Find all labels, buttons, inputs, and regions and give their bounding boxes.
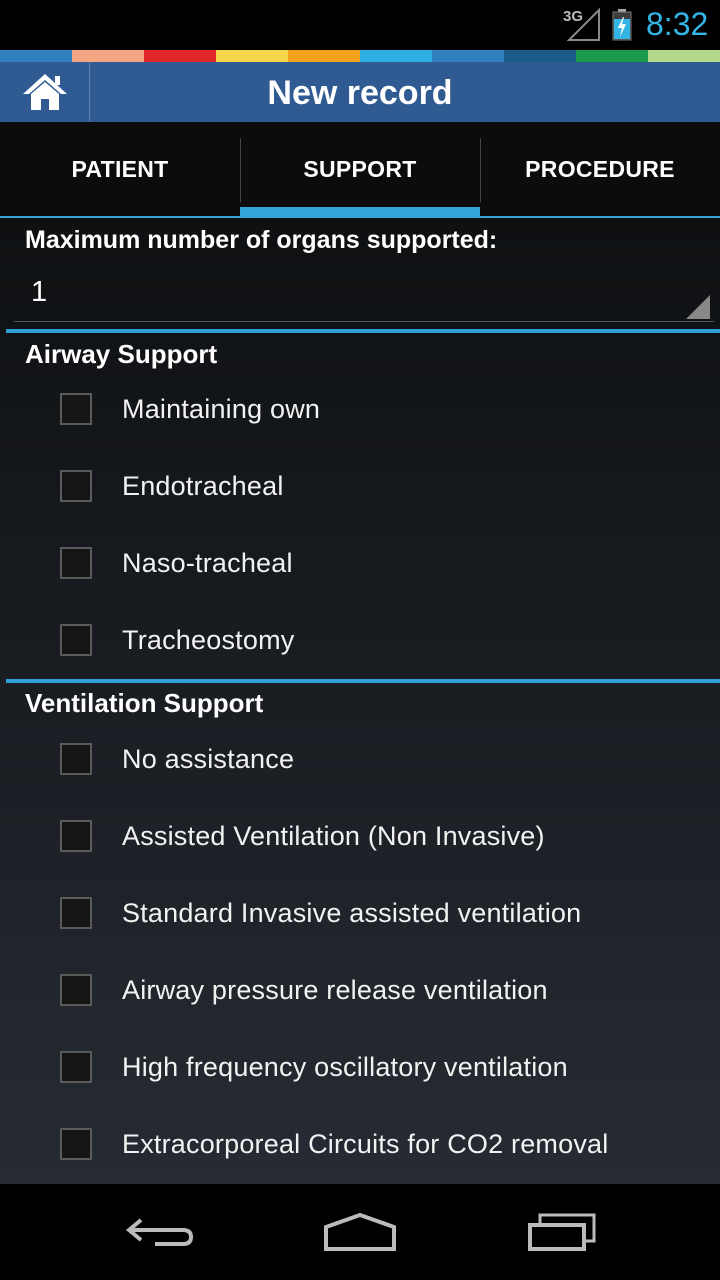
home-icon — [22, 74, 67, 110]
airway-support-title: Airway Support — [25, 339, 218, 369]
color-strip-segment — [144, 50, 216, 62]
option-label: No assistance — [122, 743, 295, 774]
home-nav-icon — [324, 1212, 396, 1251]
tab-procedure[interactable]: PROCEDURE — [480, 122, 720, 216]
checkbox[interactable] — [60, 470, 92, 502]
color-strip-segment — [648, 50, 720, 62]
clock: 8:32 — [646, 6, 709, 42]
option-label: Tracheostomy — [122, 624, 295, 655]
option-label: Maintaining own — [122, 393, 321, 424]
checkbox[interactable] — [60, 1051, 92, 1083]
checkbox[interactable] — [60, 820, 92, 852]
option-label: Endotracheal — [122, 470, 284, 501]
option-label: High frequency oscillatory ventilation — [122, 1051, 568, 1082]
option-label: Airway pressure release ventilation — [122, 974, 548, 1005]
tab-patient[interactable]: PATIENT — [0, 122, 240, 216]
max-organs-value: 1 — [31, 276, 48, 308]
dropdown-arrow-icon — [686, 295, 710, 319]
brand-color-strip — [0, 50, 720, 62]
status-bar: 3G 8:32 — [0, 0, 720, 50]
tab-support[interactable]: SUPPORT — [240, 122, 480, 218]
tab-label: SUPPORT — [303, 155, 417, 182]
recent-apps-icon — [528, 1213, 596, 1251]
battery-charging-icon — [612, 9, 632, 41]
color-strip-segment — [72, 50, 144, 62]
checkbox[interactable] — [60, 897, 92, 929]
tab-label: PROCEDURE — [525, 155, 675, 182]
action-bar: New record — [0, 62, 720, 122]
page-title: New record — [267, 74, 453, 112]
color-strip-segment — [504, 50, 576, 62]
ventilation-option-no-assistance[interactable]: No assistance — [60, 729, 700, 789]
signal-icon: 3G — [563, 8, 601, 42]
airway-option-maintaining-own[interactable]: Maintaining own — [60, 379, 700, 439]
system-nav-bar — [0, 1184, 720, 1280]
section-divider — [6, 329, 720, 333]
back-icon — [125, 1218, 194, 1246]
section-divider — [6, 679, 720, 683]
color-strip-segment — [432, 50, 504, 62]
tab-label: PATIENT — [71, 155, 169, 182]
back-button[interactable] — [115, 1202, 205, 1262]
checkbox[interactable] — [60, 624, 92, 656]
option-label: Extracorporeal Circuits for CO2 removal — [122, 1128, 609, 1159]
ventilation-option-hfov[interactable]: High frequency oscillatory ventilation — [60, 1037, 700, 1097]
color-strip-segment — [360, 50, 432, 62]
tab-bar: PATIENT SUPPORT PROCEDURE — [0, 122, 720, 218]
airway-option-tracheostomy[interactable]: Tracheostomy — [60, 610, 700, 670]
ventilation-option-non-invasive[interactable]: Assisted Ventilation (Non Invasive) — [60, 806, 700, 866]
airway-option-naso-tracheal[interactable]: Naso-tracheal — [60, 533, 700, 593]
checkbox[interactable] — [60, 974, 92, 1006]
recent-apps-button[interactable] — [517, 1202, 607, 1262]
ventilation-option-standard-invasive[interactable]: Standard Invasive assisted ventilation — [60, 883, 700, 943]
checkbox[interactable] — [60, 547, 92, 579]
ventilation-option-co2-removal[interactable]: Extracorporeal Circuits for CO2 removal — [60, 1114, 700, 1174]
checkbox[interactable] — [60, 1128, 92, 1160]
color-strip-segment — [576, 50, 648, 62]
checkbox[interactable] — [60, 743, 92, 775]
home-button[interactable] — [0, 62, 90, 122]
option-label: Naso-tracheal — [122, 547, 293, 578]
airway-option-endotracheal[interactable]: Endotracheal — [60, 456, 700, 516]
ventilation-support-title: Ventilation Support — [25, 688, 264, 718]
option-label: Assisted Ventilation (Non Invasive) — [122, 820, 545, 851]
max-organs-spinner[interactable]: 1 — [14, 262, 714, 322]
checkbox[interactable] — [60, 393, 92, 425]
support-form: Maximum number of organs supported: 1 Ai… — [0, 218, 720, 1184]
option-label: Standard Invasive assisted ventilation — [122, 897, 582, 928]
ventilation-option-aprv[interactable]: Airway pressure release ventilation — [60, 960, 700, 1020]
home-nav-button[interactable] — [315, 1202, 405, 1262]
color-strip-segment — [0, 50, 72, 62]
color-strip-segment — [216, 50, 288, 62]
color-strip-segment — [288, 50, 360, 62]
max-organs-label: Maximum number of organs supported: — [25, 226, 498, 254]
